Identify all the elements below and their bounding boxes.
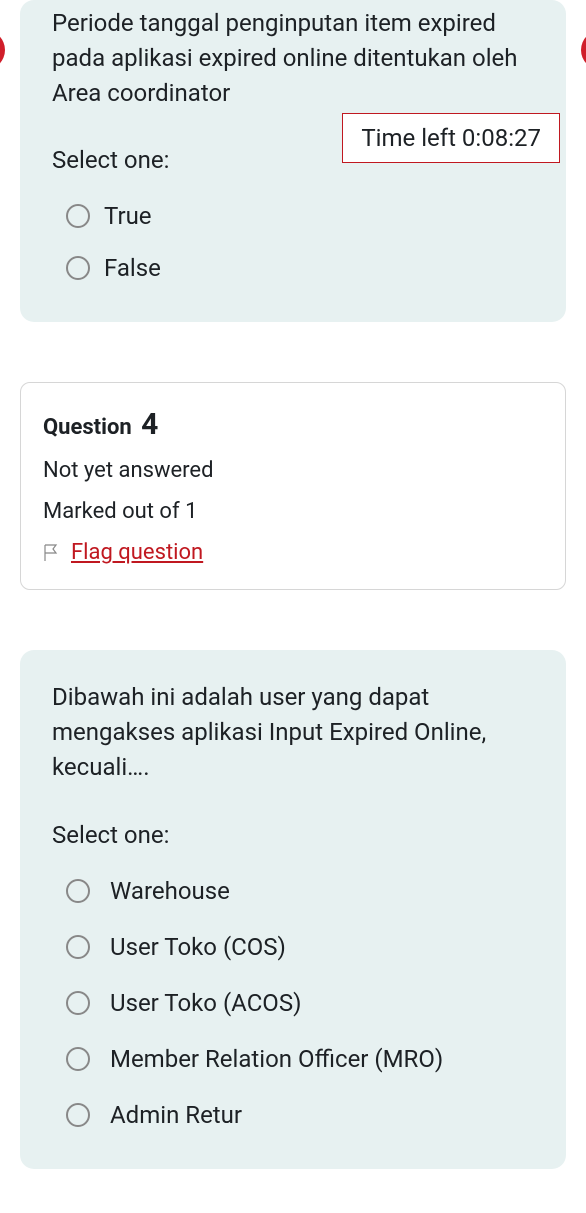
question-b-text: Dibawah ini adalah user yang dapat menga… xyxy=(52,680,534,784)
answer-row-warehouse[interactable]: Warehouse xyxy=(52,877,534,905)
answer-row-user-toko-acos[interactable]: User Toko (ACOS) xyxy=(52,989,534,1017)
radio-icon[interactable] xyxy=(66,1103,90,1127)
radio-icon[interactable] xyxy=(66,1047,90,1071)
flag-question-row[interactable]: Flag question xyxy=(43,540,543,565)
question-word: Question xyxy=(43,415,132,440)
answer-label: User Toko (ACOS) xyxy=(110,989,301,1017)
prev-nav-button[interactable] xyxy=(0,30,5,70)
question-info-block: Question 4 Not yet answered Marked out o… xyxy=(20,382,566,590)
question-number: 4 xyxy=(141,407,158,442)
answer-label: User Toko (COS) xyxy=(110,933,286,961)
flag-question-link[interactable]: Flag question xyxy=(71,540,203,565)
answer-label-false: False xyxy=(104,254,161,282)
answer-row-user-toko-cos[interactable]: User Toko (COS) xyxy=(52,933,534,961)
question-b-block: Dibawah ini adalah user yang dapat menga… xyxy=(20,650,566,1168)
answer-row-true[interactable]: True xyxy=(52,202,534,230)
radio-icon[interactable] xyxy=(66,935,90,959)
answer-status: Not yet answered xyxy=(43,458,543,483)
answer-label: Member Relation Officer (MRO) xyxy=(110,1045,443,1073)
radio-icon[interactable] xyxy=(66,879,90,903)
answer-row-mro[interactable]: Member Relation Officer (MRO) xyxy=(52,1045,534,1073)
radio-icon[interactable] xyxy=(66,256,90,280)
flag-icon xyxy=(43,544,61,562)
marks-line: Marked out of 1 xyxy=(43,499,543,524)
answer-row-false[interactable]: False xyxy=(52,254,534,282)
answer-label: Warehouse xyxy=(110,877,230,905)
answer-row-admin-retur[interactable]: Admin Retur xyxy=(52,1101,534,1129)
select-one-label-b: Select one: xyxy=(52,821,534,849)
question-title: Question 4 xyxy=(43,407,543,442)
radio-icon[interactable] xyxy=(66,204,90,228)
timer-display: Time left 0:08:27 xyxy=(342,113,560,163)
answer-label-true: True xyxy=(104,202,152,230)
question-a-text: Periode tanggal penginputan item expired… xyxy=(52,6,534,110)
next-nav-button[interactable] xyxy=(581,30,586,70)
answer-label: Admin Retur xyxy=(110,1101,242,1129)
radio-icon[interactable] xyxy=(66,991,90,1015)
timer-text: Time left 0:08:27 xyxy=(361,124,541,152)
